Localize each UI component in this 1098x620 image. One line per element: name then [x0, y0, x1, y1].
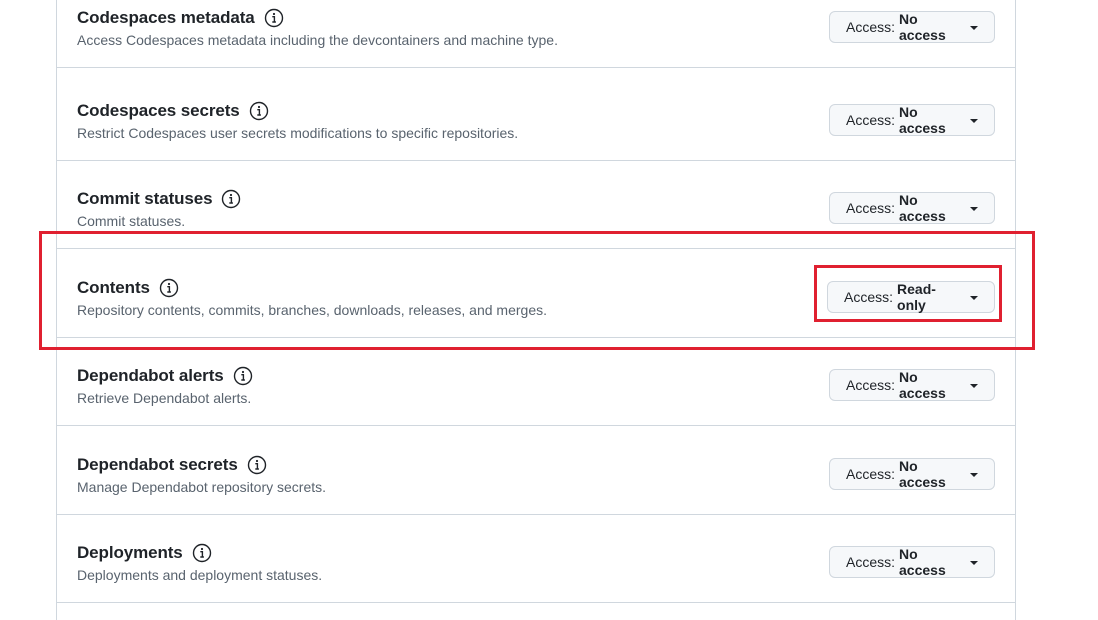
- permission-row-commit-statuses: Commit statuses Commit statuses. Access:…: [57, 161, 1015, 249]
- caret-down-icon: [970, 118, 978, 123]
- permission-description: Deployments and deployment statuses.: [77, 567, 323, 583]
- permission-title: Commit statuses: [77, 189, 213, 208]
- info-icon[interactable]: [249, 101, 269, 121]
- caret-down-icon: [970, 295, 978, 300]
- permission-description: Retrieve Dependabot alerts.: [77, 390, 252, 406]
- access-dropdown-button[interactable]: Access: No access: [829, 458, 995, 490]
- access-dropdown-button[interactable]: Access: No access: [829, 192, 995, 224]
- access-dropdown-button[interactable]: Access: No access: [829, 369, 995, 401]
- info-icon[interactable]: [247, 455, 267, 475]
- caret-down-icon: [970, 560, 978, 565]
- caret-down-icon: [970, 25, 978, 30]
- access-dropdown-button[interactable]: Access: No access: [829, 104, 995, 136]
- permission-row-dependabot-alerts: Dependabot alerts Retrieve Dependabot al…: [57, 338, 1015, 426]
- info-icon[interactable]: [192, 543, 212, 563]
- permission-title: Dependabot secrets: [77, 455, 238, 474]
- permission-description: Restrict Codespaces user secrets modific…: [77, 125, 519, 141]
- permission-description: Access Codespaces metadata including the…: [77, 32, 558, 48]
- permission-row-deployments: Deployments Deployments and deployment s…: [57, 515, 1015, 603]
- permission-row-codespaces-secrets: Codespaces secrets Restrict Codespaces u…: [57, 73, 1015, 161]
- info-icon[interactable]: [221, 189, 241, 209]
- permission-description: Commit statuses.: [77, 213, 186, 229]
- caret-down-icon: [970, 383, 978, 388]
- access-dropdown-button[interactable]: Access: No access: [829, 11, 995, 43]
- permission-title: Codespaces secrets: [77, 101, 240, 120]
- permissions-panel: Codespaces metadata Access Codespaces me…: [56, 0, 1016, 620]
- permission-title: Contents: [77, 278, 150, 297]
- caret-down-icon: [970, 206, 978, 211]
- access-dropdown-button[interactable]: Access: No access: [829, 546, 995, 578]
- permission-row-codespaces-metadata: Codespaces metadata Access Codespaces me…: [57, 0, 1015, 68]
- permission-row-dependabot-secrets: Dependabot secrets Manage Dependabot rep…: [57, 427, 1015, 515]
- access-dropdown-button[interactable]: Access: Read-only: [827, 281, 995, 313]
- info-icon[interactable]: [264, 8, 284, 28]
- permission-title: Dependabot alerts: [77, 366, 224, 385]
- caret-down-icon: [970, 472, 978, 477]
- permission-title: Deployments: [77, 543, 183, 562]
- permission-description: Manage Dependabot repository secrets.: [77, 479, 327, 495]
- info-icon[interactable]: [159, 278, 179, 298]
- permission-row-contents: Contents Repository contents, commits, b…: [57, 250, 1015, 338]
- permission-title: Codespaces metadata: [77, 8, 255, 27]
- permission-description: Repository contents, commits, branches, …: [77, 302, 548, 318]
- info-icon[interactable]: [233, 366, 253, 386]
